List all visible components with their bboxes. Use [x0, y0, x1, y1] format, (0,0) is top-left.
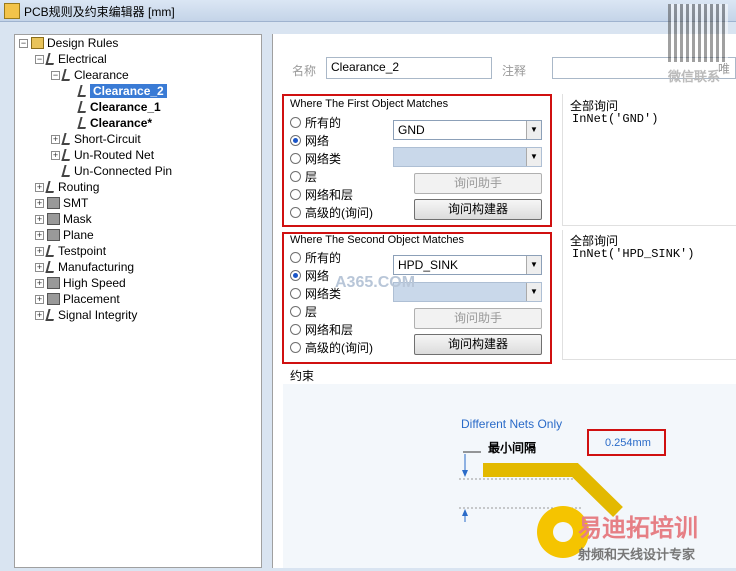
tree-node-smt[interactable]: SMT [47, 195, 88, 211]
expand-toggle[interactable]: + [35, 199, 44, 208]
second-netclass-select[interactable]: ▼ [393, 282, 542, 302]
name-label: 名称 [292, 64, 317, 78]
collapse-toggle[interactable]: − [19, 39, 28, 48]
chevron-down-icon[interactable]: ▼ [526, 121, 541, 139]
tree-node-short-circuit[interactable]: Short-Circuit [61, 131, 141, 147]
second-query-builder-button[interactable]: 询问构建器 [414, 334, 542, 355]
tree-node-design-rules[interactable]: Design Rules [31, 35, 118, 51]
site-watermark: A365.COM [335, 274, 416, 291]
tree-node-unconnected-pin[interactable]: Un-Connected Pin [61, 163, 172, 179]
wechat-watermark: 微信联系 [668, 69, 721, 84]
rules-tree[interactable]: − Design Rules − Electrical − Clearance … [14, 34, 262, 568]
second-radio-net[interactable]: 网络 [290, 268, 329, 284]
first-net-select[interactable]: GND ▼ [393, 120, 542, 140]
second-net-select[interactable]: HPD_SINK ▼ [393, 255, 542, 275]
min-clearance-label: 最小间隔 [488, 441, 537, 455]
placement-icon [47, 293, 60, 305]
second-query-helper-button[interactable]: 询问助手 [414, 308, 542, 329]
second-radio-net-and-layer[interactable]: 网络和层 [290, 322, 353, 338]
tree-node-routing[interactable]: Routing [45, 179, 99, 195]
signal-integrity-icon [45, 309, 57, 321]
rule-icon [77, 85, 89, 97]
first-radio-netclass[interactable]: 网络类 [290, 151, 341, 167]
tree-node-plane[interactable]: Plane [47, 227, 94, 243]
brand-watermark: 易迪拓培训 [578, 515, 698, 542]
first-radio-net[interactable]: 网络 [290, 133, 329, 149]
collapse-toggle[interactable]: − [51, 71, 60, 80]
expand-toggle[interactable]: + [35, 295, 44, 304]
tree-node-signal-integrity[interactable]: Signal Integrity [45, 307, 137, 323]
chevron-down-icon[interactable]: ▼ [526, 283, 541, 301]
tree-node-clearance-2[interactable]: Clearance_2 [77, 83, 167, 99]
rule-icon [77, 117, 89, 129]
window-title: PCB规则及约束编辑器 [mm] [24, 5, 175, 19]
comment-label: 注释 [502, 64, 527, 78]
tree-node-clearance-star[interactable]: Clearance* [77, 115, 152, 131]
first-radio-all[interactable]: 所有的 [290, 115, 341, 131]
expand-toggle[interactable]: + [51, 151, 60, 160]
mask-icon [47, 213, 60, 225]
rule-icon [61, 165, 73, 177]
collapse-toggle[interactable]: − [35, 55, 44, 64]
first-query-text: InNet('GND') [572, 112, 659, 126]
chevron-down-icon[interactable]: ▼ [526, 256, 541, 274]
plane-icon [47, 229, 60, 241]
rule-icon [61, 69, 73, 81]
manufacturing-icon [45, 261, 57, 273]
tree-node-testpoint[interactable]: Testpoint [45, 243, 106, 259]
tree-node-high-speed[interactable]: High Speed [47, 275, 126, 291]
design-rules-icon [31, 37, 44, 49]
first-query-builder-button[interactable]: 询问构建器 [414, 199, 542, 220]
expand-toggle[interactable]: + [35, 231, 44, 240]
tree-node-clearance[interactable]: Clearance [61, 67, 129, 83]
min-clearance-value[interactable]: 0.254mm [605, 437, 651, 449]
second-radio-advanced[interactable]: 高级的(询问) [290, 340, 373, 356]
title-bar: PCB规则及约束编辑器 [mm] [0, 0, 736, 22]
tree-node-mask[interactable]: Mask [47, 211, 92, 227]
expand-toggle[interactable]: + [35, 311, 44, 320]
smt-icon [47, 197, 60, 209]
constraint-title: 约束 [290, 369, 315, 383]
second-radio-netclass[interactable]: 网络类 [290, 286, 341, 302]
first-radio-advanced[interactable]: 高级的(询问) [290, 205, 373, 221]
chevron-down-icon[interactable]: ▼ [526, 148, 541, 166]
brand-sub-watermark: 射频和天线设计专家 [578, 547, 696, 562]
tree-node-unrouted-net[interactable]: Un-Routed Net [61, 147, 154, 163]
expand-toggle[interactable]: + [35, 183, 44, 192]
first-netclass-select[interactable]: ▼ [393, 147, 542, 167]
rule-icon [77, 101, 89, 113]
first-query-helper-button[interactable]: 询问助手 [414, 173, 542, 194]
expand-toggle[interactable]: + [35, 263, 44, 272]
rule-icon [61, 149, 73, 161]
app-icon [4, 3, 20, 19]
tree-node-placement[interactable]: Placement [47, 291, 120, 307]
first-radio-net-and-layer[interactable]: 网络和层 [290, 187, 353, 203]
expand-toggle[interactable]: + [51, 135, 60, 144]
rule-icon [61, 133, 73, 145]
expand-toggle[interactable]: + [35, 215, 44, 224]
high-speed-icon [47, 277, 60, 289]
second-object-title: Where The Second Object Matches [290, 234, 465, 246]
first-object-title: Where The First Object Matches [290, 98, 449, 110]
tree-node-manufacturing[interactable]: Manufacturing [45, 259, 134, 275]
different-nets-label: Different Nets Only [461, 417, 563, 431]
first-radio-layer[interactable]: 层 [290, 169, 317, 185]
second-query-text: InNet('HPD_SINK') [572, 247, 695, 261]
name-field[interactable]: Clearance_2 [326, 57, 492, 79]
tree-node-electrical[interactable]: Electrical [45, 51, 107, 67]
expand-toggle[interactable]: + [35, 247, 44, 256]
tree-node-clearance-1[interactable]: Clearance_1 [77, 99, 161, 115]
second-radio-all[interactable]: 所有的 [290, 250, 341, 266]
expand-toggle[interactable]: + [35, 279, 44, 288]
qr-code [668, 4, 728, 62]
second-radio-layer[interactable]: 层 [290, 304, 317, 320]
testpoint-icon [45, 245, 57, 257]
routing-icon [45, 181, 57, 193]
rule-icon [45, 53, 57, 65]
